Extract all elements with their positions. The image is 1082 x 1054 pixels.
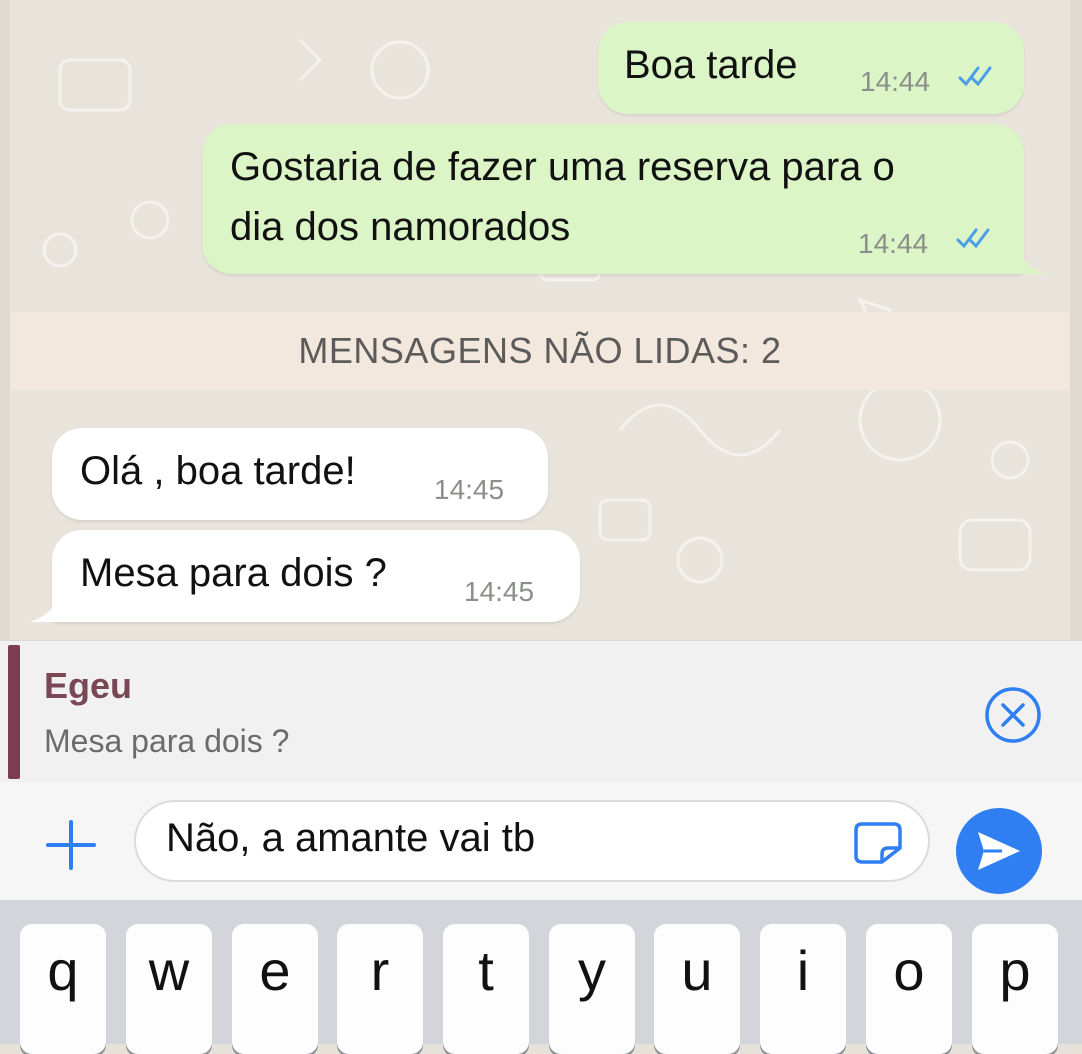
key-label: t bbox=[478, 939, 494, 1002]
sticker-icon[interactable] bbox=[852, 820, 904, 866]
key-r[interactable]: r bbox=[337, 924, 423, 1054]
send-button[interactable] bbox=[956, 808, 1042, 894]
message-text-line: dia dos namorados bbox=[230, 205, 571, 249]
key-label: e bbox=[259, 939, 291, 1002]
key-label: p bbox=[999, 939, 1031, 1002]
key-label: w bbox=[148, 939, 190, 1002]
message-text: Boa tarde bbox=[624, 43, 798, 87]
key-label: r bbox=[370, 939, 390, 1002]
message-bubble-outgoing[interactable]: Boa tarde 14:44 bbox=[598, 22, 1024, 114]
unread-banner-label: MENSAGENS NÃO LIDAS: 2 bbox=[298, 330, 782, 371]
key-i[interactable]: i bbox=[760, 924, 846, 1054]
key-e[interactable]: e bbox=[232, 924, 318, 1054]
key-p[interactable]: p bbox=[972, 924, 1058, 1054]
bubble-tail-incoming bbox=[30, 584, 66, 622]
message-input[interactable]: Não, a amante vai tb bbox=[134, 800, 930, 882]
key-o[interactable]: o bbox=[866, 924, 952, 1054]
message-text: Olá , boa tarde! bbox=[80, 449, 356, 493]
bubble-tail-outgoing bbox=[1010, 236, 1046, 274]
key-t[interactable]: t bbox=[443, 924, 529, 1054]
chat-area[interactable]: Boa tarde 14:44 Gostaria de fazer uma re… bbox=[0, 0, 1082, 640]
reply-sender-name: Egeu bbox=[44, 665, 133, 706]
key-label: i bbox=[796, 939, 810, 1002]
message-bubble-outgoing[interactable]: Gostaria de fazer uma reserva para o dia… bbox=[202, 124, 1024, 274]
key-label: o bbox=[893, 939, 925, 1002]
send-icon bbox=[978, 832, 1020, 870]
message-input-value: Não, a amante vai tb bbox=[166, 816, 536, 860]
key-q[interactable]: q bbox=[20, 924, 106, 1054]
key-y[interactable]: y bbox=[549, 924, 635, 1054]
key-label: u bbox=[681, 939, 713, 1002]
message-text: Mesa para dois ? bbox=[80, 551, 387, 595]
message-time: 14:45 bbox=[434, 474, 505, 505]
message-time: 14:44 bbox=[860, 66, 931, 97]
double-check-icon bbox=[958, 62, 994, 98]
message-time: 14:44 bbox=[858, 228, 929, 259]
side-margin-right bbox=[1070, 0, 1082, 640]
double-check-icon bbox=[956, 224, 992, 260]
message-time: 14:45 bbox=[464, 576, 535, 607]
message-bubble-incoming[interactable]: Mesa para dois ? 14:45 bbox=[52, 530, 580, 622]
side-margin-left bbox=[0, 0, 10, 640]
reply-snippet: Mesa para dois ? bbox=[44, 723, 290, 759]
reply-accent-bar bbox=[8, 645, 20, 779]
message-bubble-incoming[interactable]: Olá , boa tarde! 14:45 bbox=[52, 428, 548, 520]
key-label: q bbox=[47, 939, 79, 1002]
key-w[interactable]: w bbox=[126, 924, 212, 1054]
message-text-line: Gostaria de fazer uma reserva para o bbox=[230, 145, 895, 189]
plus-icon[interactable] bbox=[44, 818, 98, 872]
key-label: y bbox=[578, 939, 606, 1002]
reply-preview[interactable]: Egeu Mesa para dois ? bbox=[0, 640, 1082, 783]
unread-messages-banner: MENSAGENS NÃO LIDAS: 2 bbox=[10, 312, 1070, 390]
close-circle-icon[interactable] bbox=[984, 686, 1042, 744]
key-u[interactable]: u bbox=[654, 924, 740, 1054]
